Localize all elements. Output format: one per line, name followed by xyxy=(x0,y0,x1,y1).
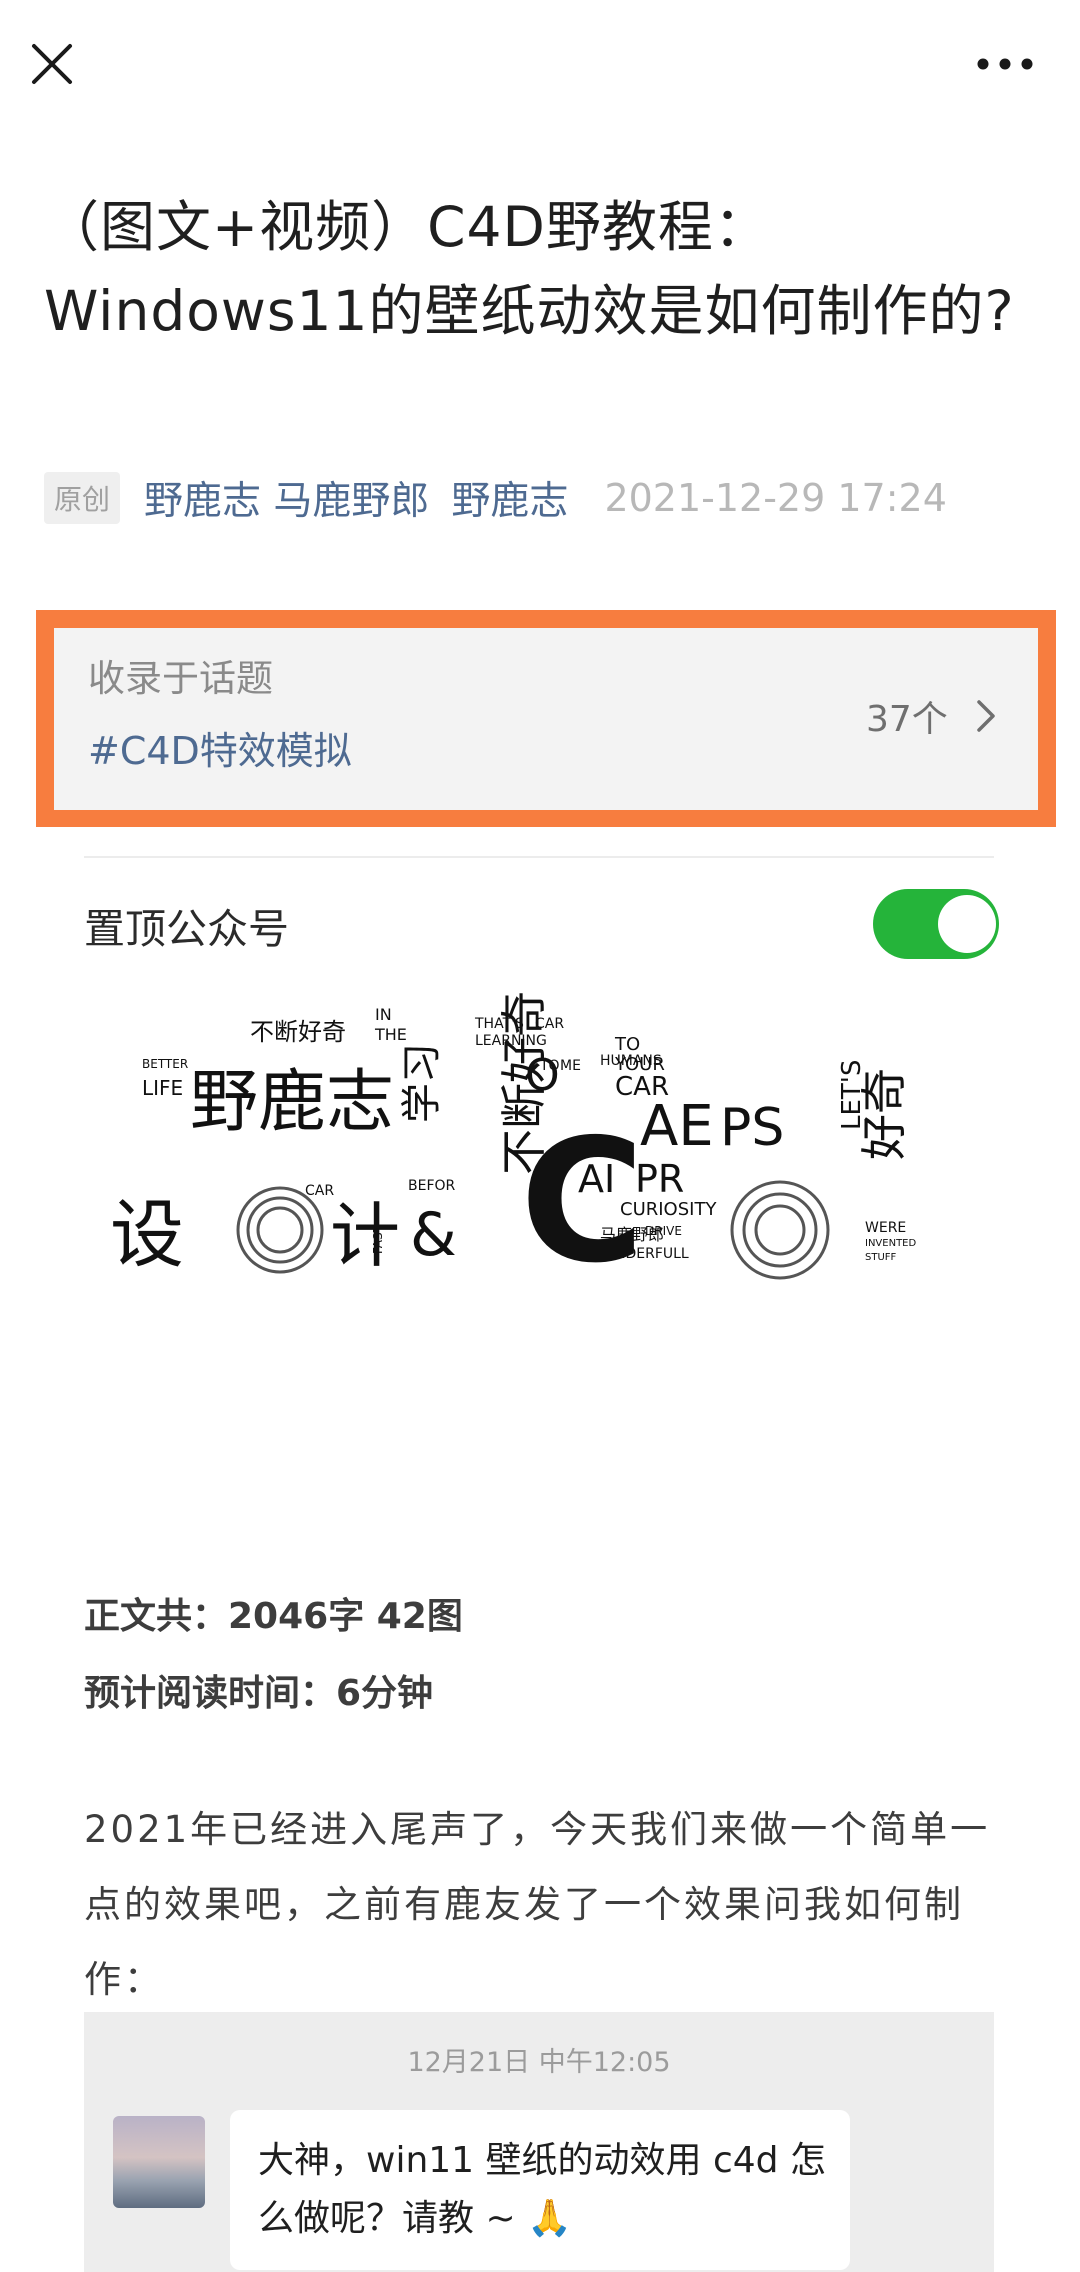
avatar xyxy=(113,2116,205,2208)
word-count-stat: 正文共：2046字 42图 xyxy=(84,1596,463,1637)
account-link[interactable]: 野鹿志 xyxy=(451,470,568,526)
author-link[interactable]: 野鹿志 马鹿野郎 xyxy=(144,470,429,526)
chat-timestamp: 12月21日 中午12:05 xyxy=(407,2047,671,2078)
close-icon[interactable] xyxy=(26,38,78,90)
more-icon[interactable] xyxy=(975,54,1035,74)
wc-word: FAST xyxy=(371,1224,385,1254)
wc-word: STUFF xyxy=(865,1252,897,1263)
wordcloud-image: 不断好奇 IN THE THAT'S CAR LEARNING BETTER L… xyxy=(110,991,916,1301)
chevron-right-icon xyxy=(977,700,995,732)
wc-word: 学习 xyxy=(399,1043,445,1123)
wc-word: O xyxy=(525,1050,560,1101)
wc-word: INVENTED xyxy=(865,1238,916,1249)
publish-date: 2021-12-29 17:24 xyxy=(604,476,947,520)
wc-word: BEFOR xyxy=(408,1178,456,1194)
topic-count: 37个 xyxy=(866,699,948,740)
wc-word: 不断好奇 xyxy=(250,1018,346,1046)
article-title: （图文+视频）C4D野教程：Windows11的壁纸动效是如何制作的? xyxy=(44,195,1015,343)
wc-word: 野鹿志 xyxy=(190,1063,394,1142)
wc-word: C xyxy=(520,1103,645,1301)
topic-label: 收录于话题 xyxy=(88,657,273,700)
wc-word: 好奇 xyxy=(857,1068,911,1160)
wc-word: LIFE xyxy=(142,1076,183,1100)
wc-word: IN xyxy=(375,1005,392,1024)
wc-word: AE xyxy=(640,1094,714,1159)
pin-account-label: 置顶公众号 xyxy=(84,905,289,953)
wc-word: 计 xyxy=(330,1195,400,1277)
wc-word: CAR xyxy=(305,1183,334,1199)
divider xyxy=(84,856,994,858)
topic-tag-link[interactable]: #C4D特效模拟 xyxy=(88,720,352,775)
wc-word: & xyxy=(410,1200,457,1270)
toggle-knob xyxy=(938,895,996,953)
wc-word: WERE xyxy=(865,1220,906,1236)
wc-word: BETTER xyxy=(142,1057,188,1071)
original-badge: 原创 xyxy=(44,472,121,524)
wc-word: PS xyxy=(720,1098,784,1158)
wc-word: ME xyxy=(560,1058,581,1074)
article-meta: 原创 野鹿志 马鹿野郎 野鹿志 2021-12-29 17:24 xyxy=(44,470,947,526)
body-paragraph: 2021年已经进入尾声了，今天我们来做一个简单一点的效果吧，之前有鹿友发了一个效… xyxy=(84,1808,991,2001)
wc-word: TO xyxy=(614,1034,640,1055)
read-time-stat: 预计阅读时间：6分钟 xyxy=(84,1673,434,1714)
chat-message: 大神，win11 壁纸的动效用 c4d 怎么做呢？请教 ~ 🙏 xyxy=(258,2140,826,2239)
wc-word: THE xyxy=(374,1025,407,1044)
wc-word: DRIVE xyxy=(645,1224,682,1238)
wc-word: 设 xyxy=(110,1192,184,1278)
